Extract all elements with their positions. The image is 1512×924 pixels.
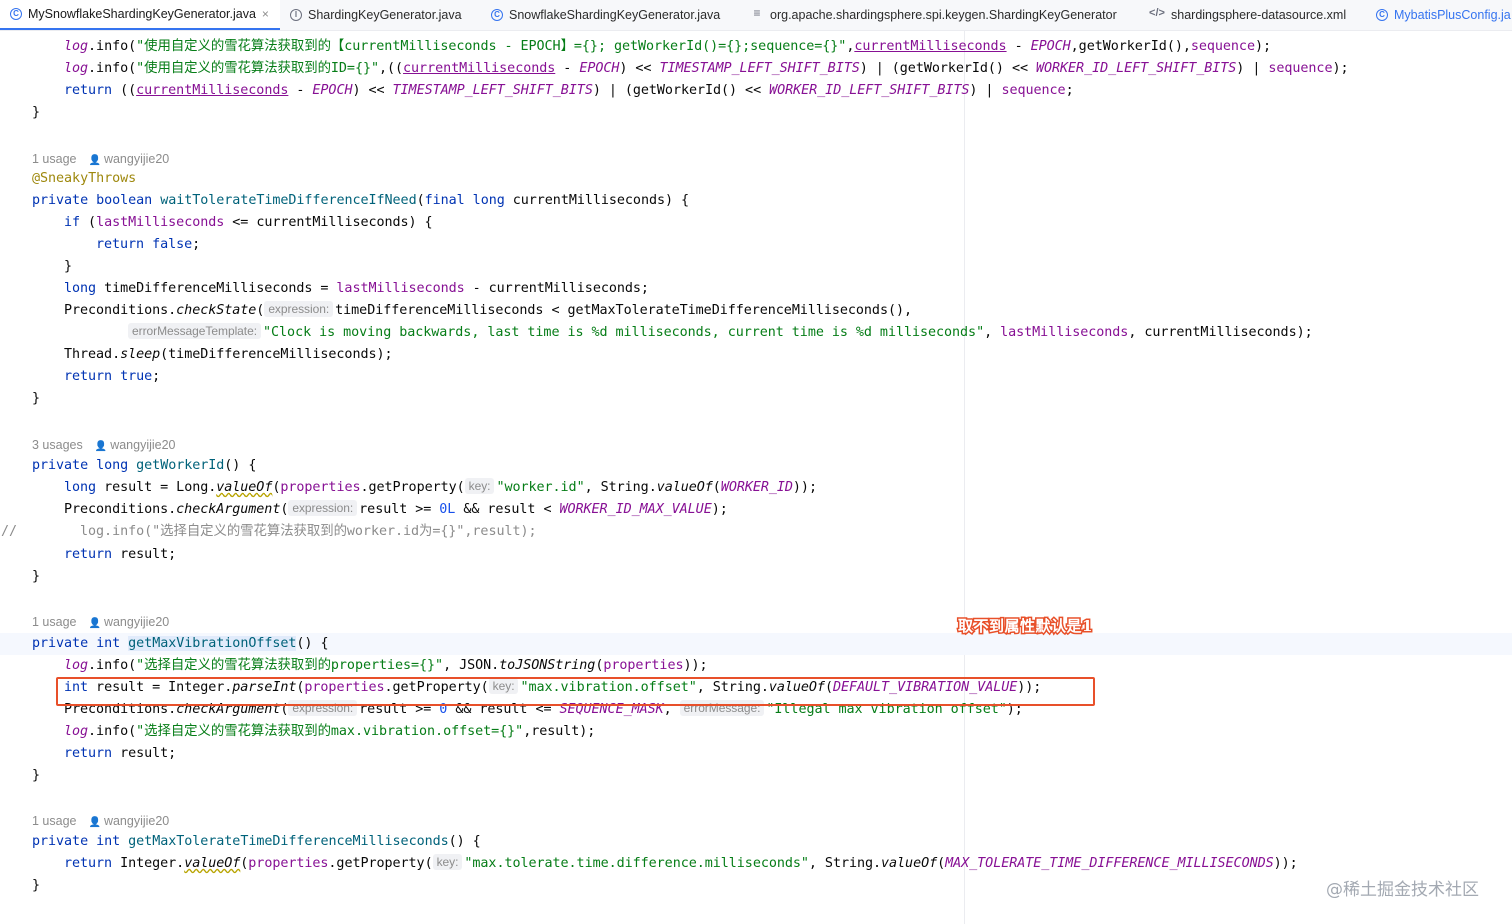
tab-label: org.apache.shardingsphere.spi.keygen.Sha… xyxy=(770,8,1117,22)
parameter-hint: errorMessageTemplate: xyxy=(128,323,262,339)
author-hint[interactable]: 👤 wangyijie20 xyxy=(95,438,176,452)
code-line[interactable]: return result; xyxy=(0,743,1512,765)
usages-count[interactable]: 1 usage xyxy=(32,152,76,166)
author-hint[interactable]: 👤 wangyijie20 xyxy=(88,152,169,166)
watermark: @稀土掘金技术社区 xyxy=(1326,880,1479,900)
parameter-hint: expression: xyxy=(264,301,334,317)
code-line[interactable]: Preconditions.checkArgument(expression: r… xyxy=(0,499,1512,521)
code-line[interactable]: return false; xyxy=(0,234,1512,256)
person-icon: 👤 xyxy=(88,618,101,629)
code-line[interactable]: } xyxy=(0,256,1512,278)
usages-count[interactable]: 3 usages xyxy=(32,438,83,452)
class-icon: C xyxy=(1376,9,1388,21)
editor-tab-bar: C MySnowflakeShardingKeyGenerator.java ×… xyxy=(0,0,1512,31)
tab-spi-keygen-file[interactable]: ≡ org.apache.shardingsphere.spi.keygen.S… xyxy=(740,0,1139,30)
person-icon: 👤 xyxy=(88,155,101,166)
code-line[interactable]: if (lastMilliseconds <= currentMilliseco… xyxy=(0,212,1512,234)
code-line[interactable]: return true; xyxy=(0,366,1512,388)
author-hint[interactable]: 👤 wangyijie20 xyxy=(88,814,169,828)
tab-label: MybatisPlusConfig.ja xyxy=(1394,8,1511,22)
code-line[interactable]: return ((currentMilliseconds - EPOCH) <<… xyxy=(0,80,1512,102)
code-line[interactable]: private boolean waitTolerateTimeDifferen… xyxy=(0,190,1512,212)
code-line[interactable]: } xyxy=(0,566,1512,588)
xml-file-icon: </> xyxy=(1149,7,1165,19)
code-line[interactable]: } xyxy=(0,765,1512,787)
code-line[interactable]: long timeDifferenceMilliseconds = lastMi… xyxy=(0,278,1512,300)
code-line[interactable]: log.info("选择自定义的雪花算法获取到的max.vibration.of… xyxy=(0,721,1512,743)
code-line[interactable]: private long getWorkerId() { xyxy=(0,455,1512,477)
code-vision-hint[interactable]: 1 usage 👤 wangyijie20 xyxy=(32,613,169,631)
usages-count[interactable]: 1 usage xyxy=(32,615,76,629)
code-line[interactable]: } xyxy=(0,102,1512,124)
annotation-note: 取不到属性默认是1 xyxy=(957,616,1094,637)
parameter-hint: key: xyxy=(432,854,463,870)
person-icon: 👤 xyxy=(94,441,108,452)
code-vision-hint[interactable]: 3 usages 👤 wangyijie20 xyxy=(32,436,176,454)
tab-snowflake-generator[interactable]: C SnowflakeShardingKeyGenerator.java xyxy=(481,0,740,30)
class-icon: C xyxy=(10,8,22,20)
code-line[interactable]: } xyxy=(0,388,1512,410)
person-icon: 👤 xyxy=(88,817,101,828)
code-line[interactable]: return Integer.valueOf(properties.getPro… xyxy=(0,853,1512,875)
code-editor[interactable]: log.info("使用自定义的雪花算法获取到的【currentMillisec… xyxy=(0,31,1512,924)
code-line[interactable]: errorMessageTemplate: "Clock is moving ba… xyxy=(0,322,1512,344)
code-line[interactable]: log.info("使用自定义的雪花算法获取到的ID={}",((current… xyxy=(0,58,1512,80)
code-vision-hint[interactable]: 1 usage 👤 wangyijie20 xyxy=(32,150,169,168)
tab-mysnowflake-generator[interactable]: C MySnowflakeShardingKeyGenerator.java × xyxy=(0,0,280,30)
parameter-hint: expression: xyxy=(288,500,358,516)
code-line[interactable]: private int getMaxTolerateTimeDifference… xyxy=(0,831,1512,853)
tab-datasource-xml[interactable]: </> shardingsphere-datasource.xml xyxy=(1139,0,1366,30)
text-file-icon: ≡ xyxy=(753,6,761,20)
close-icon[interactable]: × xyxy=(262,7,269,21)
line-comment-marker: // xyxy=(1,524,18,539)
code-vision-hint[interactable]: 1 usage 👤 wangyijie20 xyxy=(32,812,169,830)
tab-label: ShardingKeyGenerator.java xyxy=(308,8,462,22)
code-line[interactable]: Preconditions.checkState(expression: time… xyxy=(0,300,1512,322)
interface-icon: I xyxy=(290,9,302,21)
highlight-box xyxy=(56,677,1095,706)
code-line[interactable]: log.info("使用自定义的雪花算法获取到的【currentMillisec… xyxy=(0,36,1512,58)
code-line[interactable]: } xyxy=(0,875,1512,897)
code-line[interactable]: // log.info("选择自定义的雪花算法获取到的worker.id为={}… xyxy=(0,521,1512,543)
usages-count[interactable]: 1 usage xyxy=(32,814,76,828)
code-line[interactable]: private int getMaxVibrationOffset() { xyxy=(0,633,1512,655)
tab-sharding-key-generator[interactable]: I ShardingKeyGenerator.java xyxy=(280,0,481,30)
tab-label: MySnowflakeShardingKeyGenerator.java xyxy=(28,7,256,21)
code-line[interactable]: long result = Long.valueOf(properties.ge… xyxy=(0,477,1512,499)
code-line[interactable]: return result; xyxy=(0,544,1512,566)
code-line[interactable]: Thread.sleep(timeDifferenceMilliseconds)… xyxy=(0,344,1512,366)
tab-mybatisplus-config[interactable]: C MybatisPlusConfig.ja xyxy=(1366,0,1512,30)
author-hint[interactable]: 👤 wangyijie20 xyxy=(88,615,169,629)
tab-label: SnowflakeShardingKeyGenerator.java xyxy=(509,8,721,22)
class-icon: C xyxy=(491,9,503,21)
code-line[interactable]: log.info("选择自定义的雪花算法获取到的properties={}", … xyxy=(0,655,1512,677)
parameter-hint: key: xyxy=(464,478,495,494)
code-line[interactable]: @SneakyThrows xyxy=(0,168,1512,190)
tab-label: shardingsphere-datasource.xml xyxy=(1171,8,1347,22)
